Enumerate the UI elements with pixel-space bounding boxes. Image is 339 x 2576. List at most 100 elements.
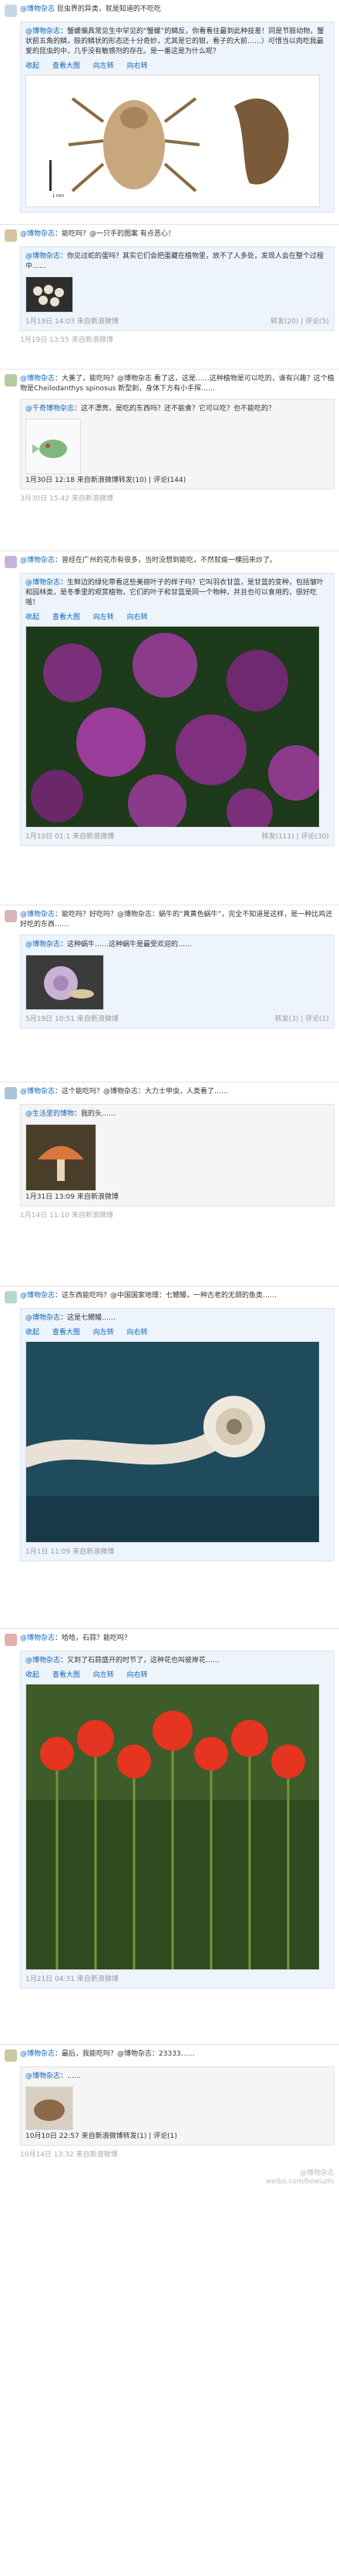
footer-date[interactable]: 10月14日 13:32 [20, 2151, 74, 2159]
collapse-button[interactable]: 收起 [25, 614, 39, 621]
user-link[interactable]: @博物杂志 [20, 375, 55, 383]
card-text: ：你见过蛇的蛋吗？其实它们会把蛋藏在植物里，放不了人多处，发现人会在整个过程中…… [25, 253, 324, 270]
avatar[interactable] [5, 374, 17, 386]
comment-meta[interactable]: 1月30日 12:18 来自新浪微博 [25, 477, 119, 484]
image-tools: 收起 查看大图 向左转 向右转 [25, 611, 329, 621]
user-link[interactable]: @博物杂志 [25, 253, 60, 260]
post-meta[interactable]: 3月30日 15:42 来自新浪微博 [20, 493, 113, 503]
card-text: ：这种蜗牛……这种蜗牛是最受欢迎的…… [60, 941, 193, 948]
view-large-button[interactable]: 查看大图 [52, 1671, 80, 1679]
post-6: @博物杂志：这个能吃吗？@博物杂志：大力士甲虫，人类看了…… @生活里的博物：我… [0, 1082, 339, 1286]
image-tools: 收起 查看大图 向左转 向右转 [25, 60, 329, 70]
card-text: ：蟹螺偏具常见生中罕见的“蟹螺”的鳞反，你看看往最到此种技差！同是节肢动物，蟹状… [25, 28, 324, 55]
card-text: ：又到了石蒜盛开的时节了，这种花也叫彼岸花…… [60, 1657, 220, 1664]
view-large-button[interactable]: 查看大图 [52, 62, 80, 70]
user-link[interactable]: @博物杂志 [20, 1088, 55, 1096]
avatar[interactable] [5, 229, 17, 242]
user-link[interactable]: @博物杂志 [20, 911, 55, 918]
avatar[interactable] [5, 910, 17, 922]
collapse-button[interactable]: 收起 [25, 62, 39, 70]
view-large-button[interactable]: 查看大图 [52, 1329, 80, 1337]
footer-source[interactable]: 来自新浪微博 [76, 2151, 118, 2159]
user-link[interactable]: @博物杂志 [20, 5, 55, 13]
card-text: ：这是七鳃鳗…… [60, 1314, 116, 1322]
post-source[interactable]: 来自新浪微博 [77, 318, 119, 326]
post-text: 昆虫界的异类，就是知道的不吃吃 [56, 5, 161, 13]
post-3: @博物杂志：大美了，能吃吗？@博物杂志 看了这，这是……这种植物是可以吃的，谁有… [0, 370, 339, 551]
post-meta[interactable]: 1月21日 04:31 来自新浪微博 [25, 1973, 119, 1983]
user-link[interactable]: @博物杂志 [25, 28, 60, 35]
watermark-line-1: @博物杂志 [299, 2170, 334, 2177]
user-link[interactable]: @千奇博物杂志 [25, 405, 74, 413]
card-text: ：生鲜边的绿化带看这些美丽叶子的样子吗？它叫羽衣甘蓝，是甘蓝的变种，包括皱叶和园… [25, 579, 324, 607]
post-meta[interactable]: 1月14日 11:10 来自新浪微博 [20, 1209, 113, 1219]
post-actions[interactable]: 转发(20) | 评论(5) [270, 316, 329, 326]
avatar[interactable] [5, 1291, 17, 1303]
post-actions[interactable]: 转发(3) | 评论(1) [275, 1013, 329, 1023]
user-link[interactable]: @博物杂志 [25, 579, 60, 587]
repost-card: @博物杂志：又到了石蒜盛开的时节了，这种花也叫彼岸花…… 收起 查看大图 向左转… [20, 1651, 334, 1989]
rotate-right-button[interactable]: 向右转 [127, 1329, 148, 1337]
food-thumbnail[interactable] [25, 2086, 73, 2130]
avatar[interactable] [5, 1634, 17, 1646]
avatar[interactable] [5, 5, 17, 17]
mushroom-thumbnail[interactable] [25, 1124, 96, 1191]
post-meta[interactable]: 5月19日 10:51 来自新浪微博 [25, 1013, 119, 1023]
user-link[interactable]: @博物杂志 [25, 1657, 60, 1664]
insect-photo[interactable]: 1 mm [25, 75, 320, 207]
post-actions[interactable]: 转发(111) | 评论(30) [262, 831, 329, 841]
post-text: ：能吃吗？好吃吗？@博物杂志：蜗牛的“真黄色蜗牛”，完全不知道是这样，是一种比鸡… [20, 911, 333, 928]
comment-meta[interactable]: 10月10日 22:57 来自新浪微博 [25, 2133, 123, 2140]
scale-label: 1 mm [52, 194, 64, 199]
comment-actions[interactable]: 转发(10) | 评论(144) [119, 477, 186, 484]
post-text: ：哈哈，石蒜？能吃吗？ [55, 1634, 132, 1642]
rotate-right-button[interactable]: 向右转 [127, 614, 148, 621]
repost-card: @博物杂志：这种蜗牛……这种蜗牛是最受欢迎的…… 5月19日 10:51 来自新… [20, 935, 334, 1029]
user-link[interactable]: @博物杂志 [20, 2050, 55, 2058]
rotate-left-button[interactable]: 向左转 [93, 62, 114, 70]
lamprey-photo[interactable] [25, 1341, 320, 1543]
post-2: @博物杂志：能吃吗？@一只手的图案 有点恶心！ @博物杂志：你见过蛇的蛋吗？其实… [0, 225, 339, 370]
fish-thumbnail[interactable] [25, 419, 81, 474]
post-meta[interactable]: 1月10日 01:1 来自新浪微博 [25, 831, 114, 841]
user-link[interactable]: @博物杂志 [20, 1292, 55, 1300]
user-link[interactable]: @博物杂志 [20, 230, 55, 238]
user-link[interactable]: @博物杂志 [25, 1314, 60, 1322]
user-link[interactable]: @博物杂志 [25, 941, 60, 948]
comment-text: ：我的头…… [74, 1110, 116, 1118]
view-large-button[interactable]: 查看大图 [52, 614, 80, 621]
snail-thumbnail[interactable] [25, 955, 104, 1010]
eggs-thumbnail[interactable] [25, 276, 73, 313]
post-1: @博物杂志 昆虫界的异类，就是知道的不吃吃 @博物杂志：蟹螺偏具常见生中罕见的“… [0, 0, 339, 225]
rotate-left-button[interactable]: 向左转 [93, 1671, 114, 1679]
repost-card: @博物杂志：蟹螺偏具常见生中罕见的“蟹螺”的鳞反，你看看往最到此种技差！同是节肢… [20, 22, 334, 212]
comment-text: ：这不漂亮，是吃的东西吗？还不能食？它可以吃？也不能吃的？ [74, 405, 276, 413]
rotate-left-button[interactable]: 向左转 [93, 614, 114, 621]
user-link[interactable]: @博物杂志 [20, 557, 55, 564]
image-tools: 收起 查看大图 向左转 向右转 [25, 1326, 329, 1337]
user-link[interactable]: @生活里的博物 [25, 1110, 74, 1118]
post-date[interactable]: 1月19日 14:03 [25, 318, 75, 326]
avatar[interactable] [5, 1087, 17, 1099]
avatar[interactable] [5, 556, 17, 568]
comment-actions[interactable]: 转发(1) | 评论(1) [123, 2133, 177, 2140]
post-text: ：曾经在广州的花市有很多，当时没想到能吃，不然就偷一棵回来炒了。 [55, 557, 277, 564]
post-text: ：这个能吃吗？@博物杂志：大力士甲虫，人类看了…… [55, 1088, 229, 1096]
collapse-button[interactable]: 收起 [25, 1671, 39, 1679]
rotate-left-button[interactable]: 向左转 [93, 1329, 114, 1337]
comment-card: @博物杂志：…… 10月10日 22:57 来自新浪微博转发(1) | 评论(1… [20, 2066, 334, 2146]
post-meta[interactable]: 1月1日 11:09 来自新浪微博 [25, 1546, 114, 1556]
post-meta[interactable]: 1月19日 13:55 来自新浪微博 [20, 334, 113, 344]
collapse-button[interactable]: 收起 [25, 1329, 39, 1337]
comment-card: @千奇博物杂志：这不漂亮，是吃的东西吗？还不能食？它可以吃？也不能吃的？ 1月3… [20, 399, 334, 490]
rotate-right-button[interactable]: 向右转 [127, 1671, 148, 1679]
post-8: @博物杂志：哈哈，石蒜？能吃吗？ @博物杂志：又到了石蒜盛开的时节了，这种花也叫… [0, 1629, 339, 2045]
user-link[interactable]: @博物杂志 [20, 1634, 55, 1642]
user-link[interactable]: @博物杂志 [25, 2073, 60, 2080]
kale-photo[interactable] [25, 626, 320, 828]
repost-card: @博物杂志：你见过蛇的蛋吗？其实它们会把蛋藏在植物里，放不了人多处，发现人会在整… [20, 246, 334, 331]
rotate-right-button[interactable]: 向右转 [127, 62, 148, 70]
comment-meta[interactable]: 1月31日 13:09 来自新浪微博 [25, 1193, 119, 1201]
avatar[interactable] [5, 2049, 17, 2062]
spider-lily-photo[interactable] [25, 1684, 320, 1970]
